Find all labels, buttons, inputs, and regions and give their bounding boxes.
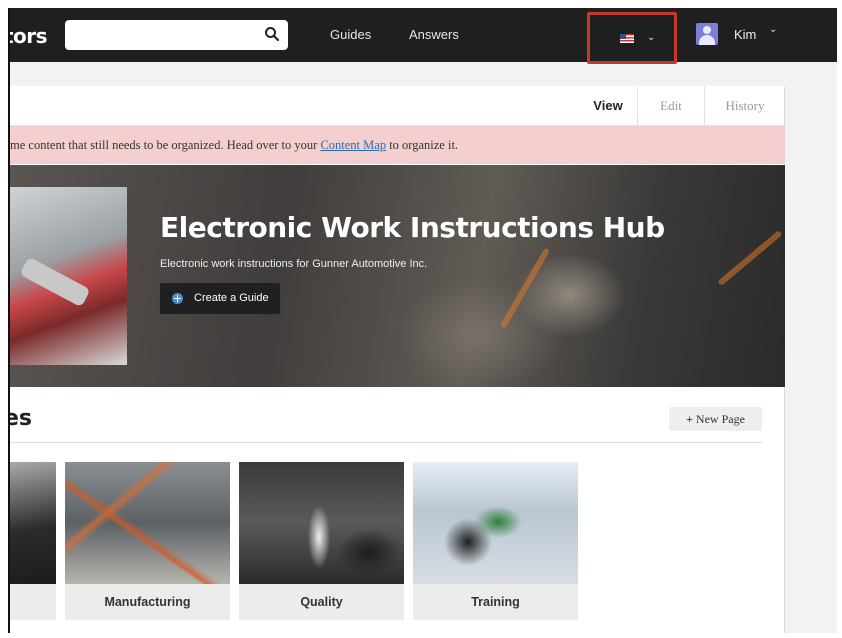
section-divider (10, 442, 762, 443)
quality-image (239, 462, 404, 584)
page-title: Electronic Work Instructions Hub (160, 211, 665, 244)
new-page-button[interactable]: + New Page (669, 407, 762, 431)
nav-link-guides[interactable]: Guides (330, 27, 371, 42)
content-alert-banner: me content that still needs to be organi… (10, 126, 785, 164)
new-page-label: New Page (695, 412, 745, 426)
training-image (413, 462, 578, 584)
hub-image (10, 187, 127, 365)
language-selector[interactable]: ⌄ (587, 12, 677, 64)
alert-text-after: to organize it. (386, 138, 459, 152)
pages-section-title: es (10, 406, 33, 431)
page-content-card: View Edit History me content that still … (10, 86, 785, 633)
page-tile-label (10, 584, 56, 620)
create-guide-button[interactable]: Create a Guide (160, 283, 280, 314)
browser-viewport: tors Guides Answers ⌄ Kim ⌄ View Edit Hi… (8, 8, 837, 633)
chevron-down-icon: ⌄ (647, 32, 656, 43)
tab-view[interactable]: View (580, 86, 636, 126)
avatar[interactable] (696, 23, 718, 45)
page-tile-quality[interactable]: Quality (239, 462, 404, 620)
page-subtitle: Electronic work instructions for Gunner … (160, 258, 428, 270)
hero-banner: Electronic Work Instructions Hub Electro… (10, 165, 785, 387)
site-logo[interactable]: tors (10, 24, 48, 48)
tab-history[interactable]: History (704, 86, 785, 126)
top-navigation-bar: tors Guides Answers ⌄ Kim ⌄ (10, 8, 837, 64)
plus-icon: + (686, 412, 696, 426)
create-guide-label: Create a Guide (194, 292, 269, 304)
tab-edit[interactable]: Edit (637, 86, 704, 126)
user-menu-name[interactable]: Kim (734, 27, 756, 42)
page-tile-label: Training (471, 595, 520, 609)
search-icon[interactable] (264, 26, 280, 42)
page-tile-image (10, 462, 56, 584)
page-tile-manufacturing[interactable]: Manufacturing (65, 462, 230, 620)
nav-link-answers[interactable]: Answers (409, 27, 459, 42)
plus-circle-icon (172, 293, 183, 304)
us-flag-icon (620, 34, 634, 43)
search-input[interactable] (65, 20, 288, 50)
page-tabs: View Edit History (10, 86, 785, 126)
chevron-down-icon[interactable]: ⌄ (769, 24, 777, 35)
content-map-link[interactable]: Content Map (320, 138, 386, 152)
page-tile[interactable] (10, 462, 56, 620)
page-tile-training[interactable]: Training (413, 462, 578, 620)
manufacturing-image (65, 462, 230, 584)
alert-text-before: me content that still needs to be organi… (10, 138, 321, 152)
page-tile-label: Quality (300, 595, 343, 609)
page-tile-label: Manufacturing (104, 595, 191, 609)
